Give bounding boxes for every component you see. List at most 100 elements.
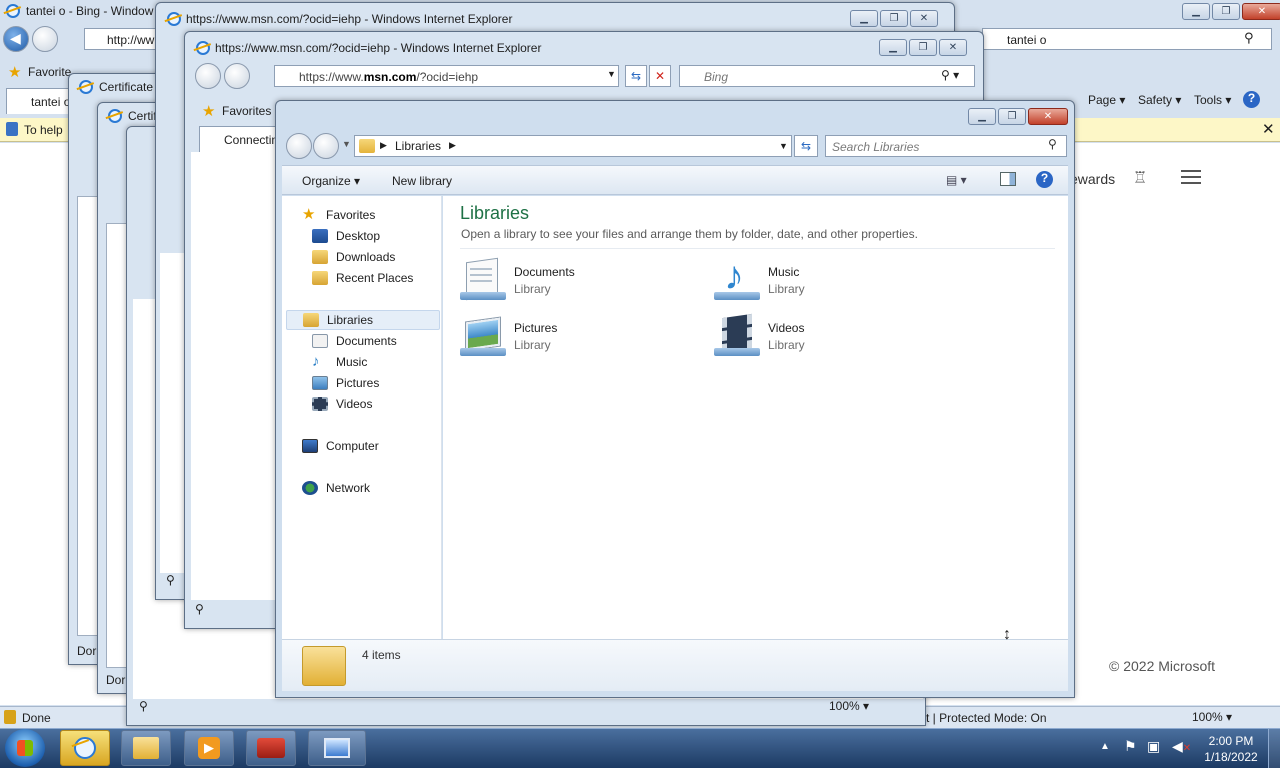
library-type: Library <box>768 337 805 352</box>
status-search-icon: ⚲ <box>166 573 175 587</box>
nav-computer[interactable]: Computer <box>302 436 379 456</box>
library-music[interactable]: ♪ Music Library <box>714 254 805 304</box>
monitor-icon <box>324 738 350 758</box>
minimize-button[interactable]: ▁ <box>1182 3 1210 20</box>
preview-pane-icon[interactable] <box>1000 172 1016 186</box>
bg-search-box[interactable]: tantei o <box>982 28 1272 50</box>
volume-muted-icon[interactable]: ◀✕ <box>1172 738 1191 755</box>
bg-zoom[interactable]: 100% ▾ <box>1192 710 1232 724</box>
nav-videos[interactable]: Videos <box>312 394 372 414</box>
back-button[interactable] <box>286 133 312 159</box>
refresh-icon[interactable]: ⇆ <box>625 65 647 87</box>
favorites-button[interactable]: Favorites <box>222 104 271 118</box>
computer-icon <box>302 439 318 453</box>
start-button[interactable] <box>5 729 45 767</box>
back-button[interactable]: ◀ <box>3 26 29 52</box>
new-library-button[interactable]: New library <box>392 174 452 188</box>
help-icon[interactable]: ? <box>1243 91 1260 108</box>
close-button[interactable]: ✕ <box>939 39 967 56</box>
bg-favorites[interactable]: Favorite <box>28 65 71 79</box>
bg-rewards-label[interactable]: ewards <box>1070 171 1115 187</box>
close-button[interactable]: ✕ <box>910 10 938 27</box>
minimize-button[interactable]: ▁ <box>879 39 907 56</box>
clock-date[interactable]: 1/18/2022 <box>1200 750 1262 764</box>
close-button[interactable]: ✕ <box>1242 3 1280 20</box>
taskbar-toolbox[interactable] <box>246 730 296 766</box>
taskbar-windows-explorer[interactable] <box>121 730 171 766</box>
minimize-button[interactable]: ▁ <box>850 10 878 27</box>
show-hidden-icons[interactable]: ▲ <box>1100 741 1110 752</box>
breadcrumb-dropdown-icon[interactable]: ▼ <box>779 141 788 151</box>
minimize-button[interactable]: ▁ <box>968 108 996 125</box>
star-icon: ★ <box>202 103 216 120</box>
zoom-control[interactable]: 100% ▾ <box>829 699 869 713</box>
forward-button[interactable] <box>313 133 339 159</box>
organize-button[interactable]: Organize ▾ <box>302 174 360 188</box>
breadcrumb-arrow-icon[interactable]: ▶ <box>380 140 387 151</box>
status-search-icon: ⚲ <box>139 699 148 713</box>
restore-button[interactable]: ❐ <box>880 10 908 27</box>
nav-libraries[interactable]: Libraries <box>286 310 440 330</box>
nav-network[interactable]: Network <box>302 478 370 498</box>
infobar-text: To help <box>24 123 63 137</box>
view-options-icon[interactable]: ▤ ▾ <box>946 173 967 187</box>
breadcrumb-arrow-icon[interactable]: ▶ <box>449 140 456 151</box>
library-pictures[interactable]: Pictures Library <box>460 312 557 360</box>
downloads-icon <box>312 250 328 264</box>
nav-music[interactable]: ♪ Music <box>312 352 367 372</box>
nav-pictures[interactable]: Pictures <box>312 373 379 393</box>
close-button[interactable]: ✕ <box>1028 108 1068 125</box>
search-icon[interactable]: ⚲ ▾ <box>941 68 959 82</box>
trophy-icon[interactable]: ♖ <box>1133 168 1147 188</box>
ie-icon <box>196 41 210 55</box>
infobar-close-icon[interactable]: ✕ <box>1262 120 1275 138</box>
library-documents[interactable]: Documents Library <box>460 256 575 304</box>
action-center-flag-icon[interactable]: ⚑ <box>1124 738 1137 755</box>
bg-menu-safety[interactable]: Safety ▾ <box>1138 93 1181 107</box>
breadcrumb-libraries[interactable]: Libraries <box>395 139 441 153</box>
command-bar: Organize ▾ New library ▤ ▾ ? <box>282 165 1068 195</box>
nav-downloads[interactable]: Downloads <box>312 247 395 267</box>
bg-tab[interactable]: tantei o <box>6 88 76 114</box>
maximize-button[interactable]: ❐ <box>998 108 1026 125</box>
star-icon: ★ <box>302 206 316 223</box>
back-button[interactable] <box>195 63 221 89</box>
music-library-icon: ♪ <box>714 254 762 302</box>
network-tray-icon[interactable]: ▣ <box>1147 738 1160 755</box>
bg-menu-page[interactable]: Page ▾ <box>1088 93 1125 107</box>
restore-button[interactable]: ❐ <box>1212 3 1240 20</box>
window-title: https://www.msn.com/?ocid=iehp - Windows… <box>215 41 542 55</box>
windows-logo-icon <box>17 740 33 756</box>
nav-documents[interactable]: Documents <box>312 331 397 351</box>
bg-menu-tools[interactable]: Tools ▾ <box>1194 93 1231 107</box>
refresh-icon[interactable]: ⇆ <box>794 135 818 157</box>
taskbar-media-player[interactable]: ▶ <box>184 730 234 766</box>
search-box[interactable]: Bing <box>679 65 975 87</box>
bg-address-bar[interactable]: http://ww <box>84 28 164 50</box>
taskbar-remote-app[interactable] <box>308 730 366 766</box>
bg-search-icon[interactable]: ⚲ <box>1244 30 1254 46</box>
breadcrumb-bar[interactable]: ▶ Libraries ▶ ▼ <box>354 135 792 157</box>
bg-window-controls: ▁ ❐ ✕ <box>1180 3 1280 21</box>
nav-desktop[interactable]: Desktop <box>312 226 380 246</box>
recent-pages-icon[interactable]: ▼ <box>342 139 351 149</box>
tab-connecting[interactable]: Connectin <box>199 126 279 152</box>
forward-button[interactable] <box>224 63 250 89</box>
search-icon[interactable]: ⚲ <box>1048 137 1057 151</box>
library-videos[interactable]: Videos Library <box>714 312 805 360</box>
navigation-pane: ★ Favorites Desktop Downloads Recent Plac… <box>282 196 442 639</box>
nav-favorites[interactable]: ★ Favorites <box>302 205 375 225</box>
address-bar[interactable]: https://www.msn.com/?ocid=iehp <box>274 65 619 87</box>
clock-time[interactable]: 2:00 PM <box>1208 734 1254 748</box>
show-desktop-button[interactable] <box>1268 729 1280 768</box>
hamburger-menu-icon[interactable] <box>1181 170 1201 184</box>
stop-icon[interactable]: ✕ <box>649 65 671 87</box>
address-dropdown-icon[interactable]: ▼ <box>607 69 616 79</box>
nav-recent-places[interactable]: Recent Places <box>312 268 413 288</box>
taskbar-internet-explorer[interactable] <box>60 730 110 766</box>
forward-button[interactable] <box>32 26 58 52</box>
help-icon[interactable]: ? <box>1036 171 1053 188</box>
library-name: Documents <box>514 264 575 279</box>
search-libraries-input[interactable]: Search Libraries <box>825 135 1067 157</box>
restore-button[interactable]: ❐ <box>909 39 937 56</box>
